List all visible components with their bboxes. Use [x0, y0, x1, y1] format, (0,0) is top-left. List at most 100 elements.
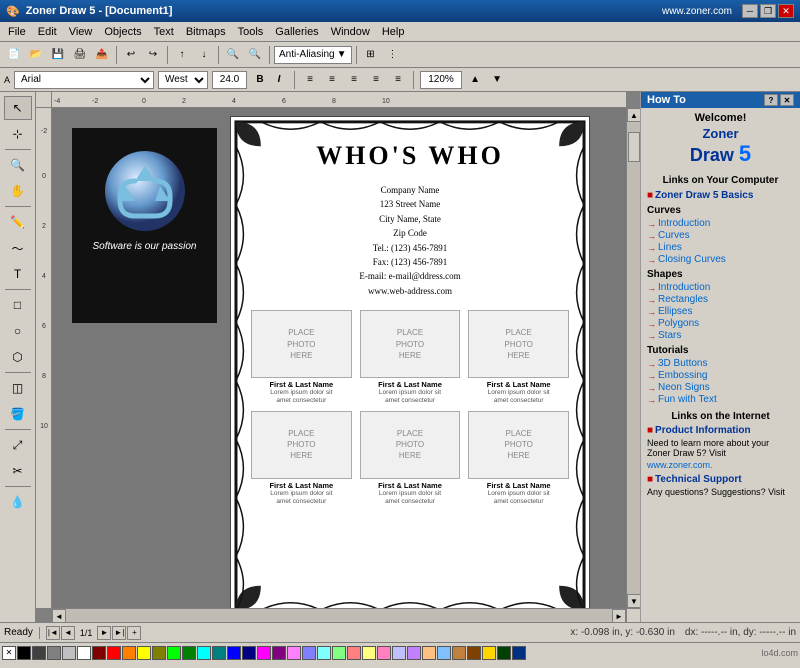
color-swatch-lime[interactable] [167, 646, 181, 660]
menu-tools[interactable]: Tools [232, 24, 270, 40]
link-curves[interactable]: Curves [647, 230, 794, 241]
align-justify-button[interactable]: ≡ [367, 71, 385, 89]
scroll-track-horizontal[interactable] [66, 609, 612, 622]
color-swatch-salmon[interactable] [347, 646, 361, 660]
color-swatch-lightgray[interactable] [62, 646, 76, 660]
color-picker-tool[interactable]: 💧 [4, 490, 32, 514]
font-size-input[interactable] [212, 71, 247, 89]
color-swatch-gray[interactable] [47, 646, 61, 660]
new-button[interactable]: 📄 [4, 45, 24, 65]
transparent-swatch[interactable]: ✕ [2, 646, 16, 660]
color-swatch-gold[interactable] [482, 646, 496, 660]
node-tool[interactable]: ⊹ [4, 122, 32, 146]
close-button[interactable]: ✕ [778, 4, 794, 18]
scroll-up-button[interactable]: ▲ [627, 108, 640, 122]
page-prev-button[interactable]: ◄ [61, 626, 75, 640]
zoom-tool[interactable]: 🔍 [4, 153, 32, 177]
gradient-tool[interactable]: ◫ [4, 376, 32, 400]
page-first-button[interactable]: |◄ [46, 626, 60, 640]
bold-button[interactable]: B [251, 71, 269, 89]
polygon-tool[interactable]: ⬡ [4, 345, 32, 369]
scroll-right-button[interactable]: ► [612, 609, 626, 622]
crop-tool[interactable]: ✂ [4, 459, 32, 483]
menu-bitmaps[interactable]: Bitmaps [180, 24, 232, 40]
color-swatch-lightyellow[interactable] [362, 646, 376, 660]
color-swatch-periwinkle[interactable] [302, 646, 316, 660]
color-swatch-lavender[interactable] [392, 646, 406, 660]
menu-view[interactable]: View [63, 24, 99, 40]
link-lines[interactable]: Lines [647, 242, 794, 253]
snap-button[interactable]: ⋮ [383, 45, 403, 65]
print-button[interactable]: 🖨 [70, 45, 90, 65]
color-swatch-darkgray[interactable] [32, 646, 46, 660]
color-swatch-olive[interactable] [152, 646, 166, 660]
link-intro-shapes[interactable]: Introduction [647, 282, 794, 293]
color-swatch-navy[interactable] [242, 646, 256, 660]
color-swatch-yellow[interactable] [137, 646, 151, 660]
page-next-button[interactable]: ► [97, 626, 111, 640]
menu-edit[interactable]: Edit [32, 24, 63, 40]
menu-file[interactable]: File [2, 24, 32, 40]
scroll-track-vertical[interactable] [627, 122, 640, 594]
move-up-button[interactable]: ↑ [172, 45, 192, 65]
link-ellipses[interactable]: Ellipses [647, 306, 794, 317]
color-swatch-green[interactable] [182, 646, 196, 660]
scroll-thumb-vertical[interactable] [628, 132, 640, 162]
menu-help[interactable]: Help [376, 24, 411, 40]
link-polygons[interactable]: Polygons [647, 318, 794, 329]
move-down-button[interactable]: ↓ [194, 45, 214, 65]
menu-objects[interactable]: Objects [98, 24, 147, 40]
zoom-input[interactable] [420, 71, 462, 89]
menu-window[interactable]: Window [325, 24, 376, 40]
pan-tool[interactable]: ✋ [4, 179, 32, 203]
link-neon-signs[interactable]: Neon Signs [647, 382, 794, 393]
align-center-button[interactable]: ≡ [323, 71, 341, 89]
italic-button[interactable]: I [270, 71, 288, 89]
color-swatch-magenta[interactable] [257, 646, 271, 660]
align-left-button[interactable]: ≡ [301, 71, 319, 89]
panel-close-button[interactable]: ✕ [780, 94, 794, 106]
link-fun-text[interactable]: Fun with Text [647, 394, 794, 405]
color-swatch-orange[interactable] [122, 646, 136, 660]
link-3d-buttons[interactable]: 3D Buttons [647, 358, 794, 369]
color-swatch-red[interactable] [107, 646, 121, 660]
color-swatch-white[interactable] [77, 646, 91, 660]
bezier-tool[interactable]: 〜 [4, 236, 32, 260]
color-swatch-tan[interactable] [452, 646, 466, 660]
link-stars[interactable]: Stars [647, 330, 794, 341]
restore-button[interactable]: ❐ [760, 4, 776, 18]
antialias-dropdown[interactable]: Anti-Aliasing ▼ [274, 46, 352, 64]
color-swatch-black[interactable] [17, 646, 31, 660]
color-swatch-pink[interactable] [287, 646, 301, 660]
open-button[interactable]: 📂 [26, 45, 46, 65]
rect-tool[interactable]: □ [4, 293, 32, 317]
minimize-button[interactable]: ─ [742, 4, 758, 18]
color-swatch-blue[interactable] [227, 646, 241, 660]
color-swatch-darkred[interactable] [92, 646, 106, 660]
link-closing-curves[interactable]: Closing Curves [647, 254, 794, 265]
menu-galleries[interactable]: Galleries [269, 24, 324, 40]
zoom-down-button[interactable]: ▼ [488, 71, 506, 89]
pencil-tool[interactable]: ✏️ [4, 210, 32, 234]
color-swatch-teal[interactable] [212, 646, 226, 660]
horizontal-scrollbar[interactable]: ◄ ► [52, 608, 626, 622]
zoom-up-button[interactable]: ▲ [466, 71, 484, 89]
link-embossing[interactable]: Embossing [647, 370, 794, 381]
color-swatch-lightorange[interactable] [422, 646, 436, 660]
grid-button[interactable]: ⊞ [361, 45, 381, 65]
select-tool[interactable]: ↖ [4, 96, 32, 120]
vertical-scrollbar[interactable]: ▲ ▼ [626, 108, 640, 608]
fill-tool[interactable]: 🪣 [4, 402, 32, 426]
link-intro-curves[interactable]: Introduction [647, 218, 794, 229]
color-swatch-cyan[interactable] [197, 646, 211, 660]
color-swatch-lightcyan[interactable] [317, 646, 331, 660]
panel-question-button[interactable]: ? [764, 94, 778, 106]
menu-text[interactable]: Text [148, 24, 180, 40]
text-tool[interactable]: T [4, 262, 32, 286]
add-page-button[interactable]: + [127, 626, 141, 640]
color-swatch-hotpink[interactable] [377, 646, 391, 660]
font-select[interactable]: Arial [14, 71, 154, 89]
color-swatch-brown[interactable] [467, 646, 481, 660]
color-swatch-violet[interactable] [407, 646, 421, 660]
link-rectangles[interactable]: Rectangles [647, 294, 794, 305]
